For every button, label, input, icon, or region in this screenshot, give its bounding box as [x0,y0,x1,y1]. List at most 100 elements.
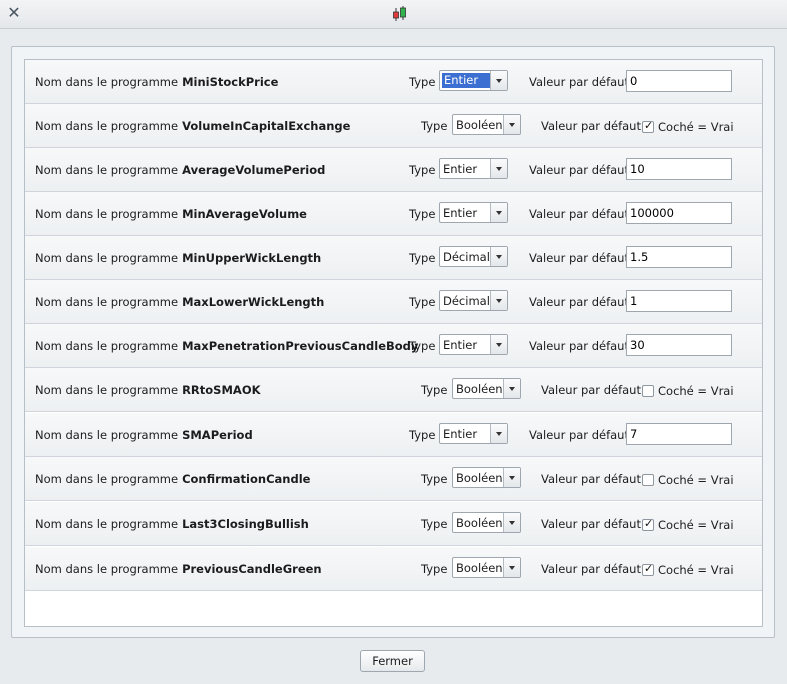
type-label: Type [421,472,448,486]
type-label: Type [409,339,436,353]
chevron-down-icon[interactable] [490,159,507,178]
param-label: Nom dans le programme VolumeInCapitalExch… [35,119,351,133]
param-label: Nom dans le programme MinUpperWickLength [35,251,322,265]
table-row: Nom dans le programme MinAverageVolume Typ… [25,192,762,236]
default-value-input[interactable] [626,246,732,268]
param-label: Nom dans le programme PreviousCandleGreen [35,562,322,576]
default-value-input[interactable] [626,423,732,445]
chevron-down-icon[interactable] [503,468,520,487]
table-row: Nom dans le programme MinUpperWickLength T… [25,236,762,280]
type-label: Type [409,251,436,265]
param-name: RRtoSMAOK [182,383,261,397]
default-value-label: Valeur par défaut [541,562,641,576]
type-select[interactable]: Entier [439,423,508,444]
default-value-label: Valeur par défaut [541,383,641,397]
default-checkbox[interactable] [642,517,654,531]
param-name: AverageVolumePeriod [182,163,326,177]
param-name: MaxLowerWickLength [182,295,325,309]
default-checkbox[interactable] [642,474,654,486]
checkbox-label: Coché = Vrai [658,120,734,134]
type-select[interactable]: Entier [439,334,508,355]
type-label: Type [421,119,448,133]
chevron-down-icon[interactable] [490,335,507,354]
chevron-down-icon[interactable] [490,71,507,90]
type-label: Type [409,207,436,221]
chevron-down-icon[interactable] [503,558,520,577]
chevron-down-icon[interactable] [503,115,520,134]
param-name: VolumeInCapitalExchange [182,119,351,133]
type-select[interactable]: Booléen [452,114,521,135]
type-select[interactable]: Booléen [452,467,521,488]
type-select[interactable]: Entier [439,70,508,91]
param-name: MiniStockPrice [182,75,279,89]
type-select[interactable]: Booléen [452,378,521,399]
chevron-down-icon[interactable] [490,291,507,310]
chevron-down-icon[interactable] [490,247,507,266]
table-row: Nom dans le programme PreviousCandleGreen… [25,547,762,591]
close-icon[interactable]: ✕ [6,5,22,21]
param-name: PreviousCandleGreen [182,562,322,576]
table-row: Nom dans le programme ConfirmationCandle T… [25,457,762,501]
close-button[interactable]: Fermer [360,650,425,672]
title-bar: ✕ [0,0,787,29]
table-row: Nom dans le programme MiniStockPrice Type E… [25,60,762,104]
table-row: Nom dans le programme RRtoSMAOK Type Boolée… [25,368,762,412]
param-name: ConfirmationCandle [182,472,311,486]
param-name: MaxPenetrationPreviousCandleBody [182,339,419,353]
param-label: Nom dans le programme MaxLowerWickLength [35,295,325,309]
default-value-label: Valeur par défaut [541,472,641,486]
type-select[interactable]: Entier [439,202,508,223]
default-value-label: Valeur par défaut [541,119,641,133]
table-row: Nom dans le programme SMAPeriod Type Entier… [25,413,762,457]
param-label: Nom dans le programme AverageVolumePeriod [35,163,326,177]
param-name: MinAverageVolume [182,207,307,221]
table-row: Nom dans le programme MaxLowerWickLength T… [25,280,762,324]
default-value-input[interactable] [626,334,732,356]
type-label: Type [409,75,436,89]
param-label: Nom dans le programme MaxPenetrationPrevi… [35,339,419,353]
default-value-input[interactable] [626,290,732,312]
type-select[interactable]: Décimal [439,290,508,311]
default-value-label: Valeur par défaut [529,163,629,177]
checkbox-label: Coché = Vrai [658,384,734,398]
table-row: Nom dans le programme Last3ClosingBullish… [25,502,762,546]
default-value-label: Valeur par défaut [541,517,641,531]
param-name: Last3ClosingBullish [182,517,309,531]
param-label: Nom dans le programme MinAverageVolume [35,207,307,221]
checkbox-label: Coché = Vrai [658,473,734,487]
checkbox-label: Coché = Vrai [658,563,734,577]
chevron-down-icon[interactable] [503,379,520,398]
type-label: Type [421,562,448,576]
type-label: Type [421,383,448,397]
type-select[interactable]: Entier [439,158,508,179]
table-row: Nom dans le programme AverageVolumePeriod… [25,148,762,192]
type-select[interactable]: Décimal [439,246,508,267]
param-label: Nom dans le programme ConfirmationCandle [35,472,311,486]
param-label: Nom dans le programme SMAPeriod [35,428,253,442]
default-value-label: Valeur par défaut [529,75,629,89]
type-label: Type [409,295,436,309]
default-value-input[interactable] [626,158,732,180]
table-row: Nom dans le programme VolumeInCapitalExch… [25,104,762,148]
candlestick-icon [393,6,406,21]
default-value-label: Valeur par défaut [529,295,629,309]
default-checkbox[interactable] [642,119,654,133]
chevron-down-icon[interactable] [490,203,507,222]
default-value-input[interactable] [626,202,732,224]
default-value-input[interactable] [626,70,732,92]
type-label: Type [421,517,448,531]
param-label: Nom dans le programme MiniStockPrice [35,75,279,89]
param-name: MinUpperWickLength [182,251,322,265]
type-select[interactable]: Booléen [452,512,521,533]
param-name: SMAPeriod [182,428,253,442]
chevron-down-icon[interactable] [503,513,520,532]
chevron-down-icon[interactable] [490,424,507,443]
default-value-label: Valeur par défaut [529,428,629,442]
default-checkbox[interactable] [642,385,654,397]
type-select[interactable]: Booléen [452,557,521,578]
param-label: Nom dans le programme Last3ClosingBullish [35,517,309,531]
type-label: Type [409,163,436,177]
checkbox-label: Coché = Vrai [658,518,734,532]
default-checkbox[interactable] [642,562,654,576]
param-label: Nom dans le programme RRtoSMAOK [35,383,261,397]
